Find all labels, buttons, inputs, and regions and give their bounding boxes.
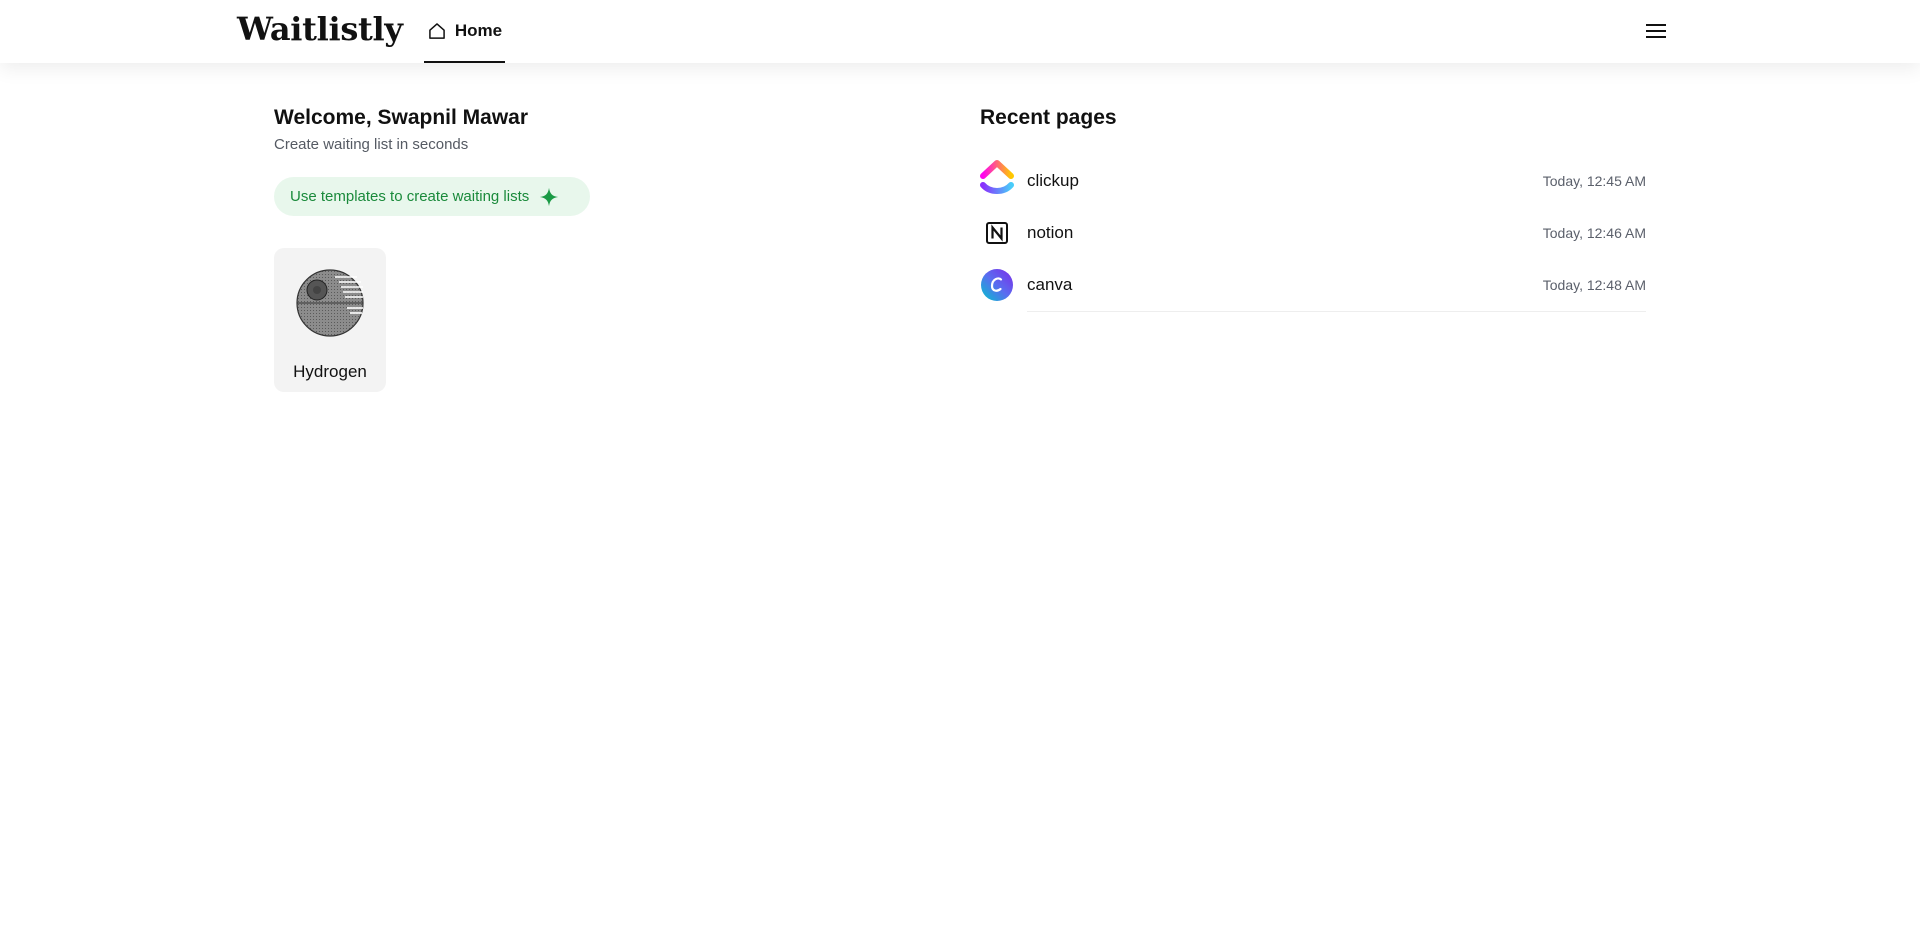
app-logo[interactable]: Waitlistly (237, 10, 403, 48)
recent-page-name: canva (1027, 275, 1073, 294)
welcome-title: Welcome, Swapnil Mawar (274, 106, 529, 129)
recent-page-time: Today, 12:45 AM (1542, 173, 1646, 189)
canva-logo-icon (980, 268, 1014, 302)
top-navbar: Waitlistly Home (0, 0, 1920, 63)
recent-pages-list: clickup Today, 12:45 AM notion Today, 12… (980, 155, 1646, 312)
notion-logo-icon (980, 216, 1014, 250)
nav-tab-home[interactable]: Home (424, 0, 505, 63)
page-card-hydrogen[interactable]: Hydrogen (274, 248, 386, 392)
home-icon (429, 22, 445, 39)
recent-list-divider (1027, 311, 1646, 312)
recent-page-time: Today, 12:46 AM (1542, 225, 1646, 241)
clickup-logo-icon (980, 160, 1014, 198)
recent-page-name: notion (1027, 223, 1074, 242)
recent-page-clickup[interactable]: clickup Today, 12:45 AM (980, 155, 1646, 207)
recent-pages-title: Recent pages (980, 106, 1117, 129)
use-templates-label: Use templates to create waiting lists (290, 188, 530, 205)
recent-page-canva[interactable]: canva Today, 12:48 AM (980, 259, 1646, 311)
sparkle-icon (540, 187, 559, 206)
use-templates-button[interactable]: Use templates to create waiting lists (274, 177, 590, 216)
hamburger-menu-button[interactable] (1644, 19, 1668, 43)
death-star-icon (296, 269, 364, 337)
nav-tab-home-label: Home (454, 20, 503, 40)
recent-page-time: Today, 12:48 AM (1542, 277, 1646, 293)
recent-page-name: clickup (1027, 171, 1079, 190)
recent-page-notion[interactable]: notion Today, 12:46 AM (980, 207, 1646, 259)
hamburger-menu-icon (1646, 24, 1666, 38)
page-card-label: Hydrogen (293, 362, 367, 381)
welcome-subtitle: Create waiting list in seconds (274, 136, 469, 153)
